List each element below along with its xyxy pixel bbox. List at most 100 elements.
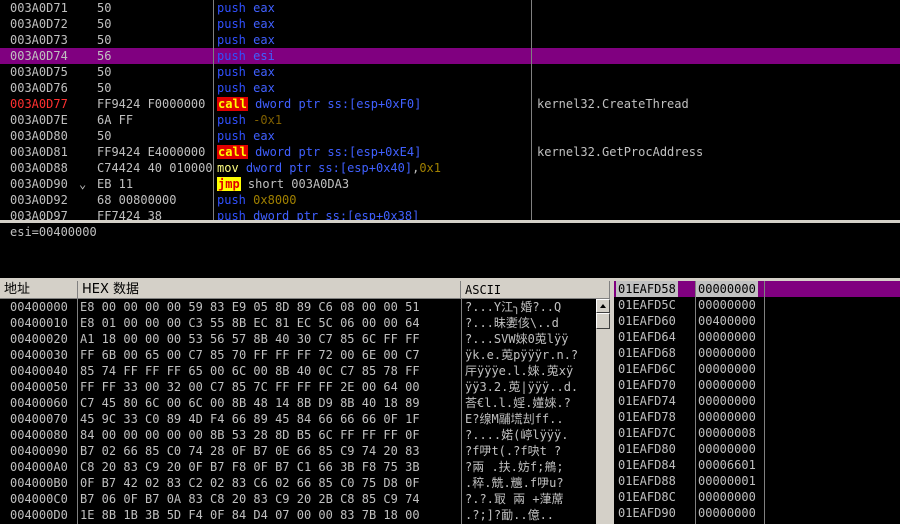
stack-row[interactable]: 01EAFD60 00400000 xyxy=(614,313,900,329)
disasm-row[interactable]: 003A0D71 50 push eax xyxy=(0,0,900,16)
stack-row[interactable]: 01EAFD64 00000000 xyxy=(614,329,900,345)
disasm-instruction: push dword ptr ss:[esp+0x38] xyxy=(217,208,529,220)
dump-ascii: ?.?.冣 兩 +葏蓆 xyxy=(465,492,564,506)
dump-address: 00400040 xyxy=(10,364,68,378)
disasm-instruction: call dword ptr ss:[esp+0xE4] xyxy=(217,144,529,160)
dump-hex: A1 18 00 00 00 53 56 57 8B 40 30 C7 85 6… xyxy=(80,332,420,346)
disasm-address: 003A0D81 xyxy=(10,145,68,159)
stack-row[interactable]: 01EAFD84 00006601 xyxy=(614,457,900,473)
stack-row[interactable]: 01EAFD7C 00000008 xyxy=(614,425,900,441)
disasm-hex: FF9424 F0000000 xyxy=(97,97,206,111)
dump-row[interactable]: 00400000 E8 00 00 00 00 59 83 E9 05 8D 89… xyxy=(0,299,596,315)
disasm-address: 003A0D76 xyxy=(10,81,68,95)
stack-address: 01EAFD6C xyxy=(618,362,676,376)
disasm-hex: C74424 40 01000000 xyxy=(97,161,213,175)
stack-row[interactable]: 01EAFD70 00000000 xyxy=(614,377,900,393)
stack-row[interactable]: 01EAFD88 00000001 xyxy=(614,473,900,489)
disasm-row[interactable]: 003A0D80 50 push eax xyxy=(0,128,900,144)
dump-row[interactable]: 004000A0 C8 20 83 C9 20 0F B7 F8 0F B7 C1… xyxy=(0,459,596,475)
scroll-up-arrow-icon[interactable] xyxy=(596,299,610,313)
dump-address: 00400070 xyxy=(10,412,68,426)
dump-row[interactable]: 00400040 85 74 FF FF FF 65 00 6C 00 8B 40… xyxy=(0,363,596,379)
disasm-row[interactable]: 003A0D74 56 push esi xyxy=(0,48,900,64)
stack-row[interactable]: 01EAFD68 00000000 xyxy=(614,345,900,361)
stack-row[interactable]: 01EAFD8C 00000000 xyxy=(614,489,900,505)
disasm-column-divider xyxy=(531,0,532,220)
info-pane: esi=00400000 xyxy=(0,223,900,278)
disasm-instruction: push eax xyxy=(217,64,529,80)
dump-row[interactable]: 00400020 A1 18 00 00 00 53 56 57 8B 40 30… xyxy=(0,331,596,347)
dump-row[interactable]: 00400070 45 9C 33 C0 89 4D F4 66 89 45 84… xyxy=(0,411,596,427)
dump-address: 00400030 xyxy=(10,348,68,362)
disasm-operand: dword ptr ss:[esp+0x38] xyxy=(253,209,420,220)
dump-ascii: E?缐M鬴塃刦ff.. xyxy=(465,412,564,426)
stack-row[interactable]: 01EAFD78 00000000 xyxy=(614,409,900,425)
dump-header-address[interactable]: 地址 xyxy=(0,281,78,299)
stack-row[interactable]: 01EAFD5C 00000000 xyxy=(614,297,900,313)
dump-hex: C8 20 83 C9 20 0F B7 F8 0F B7 C1 66 3B F… xyxy=(80,460,420,474)
disasm-operand: dword ptr ss:[esp+0x40] xyxy=(245,161,413,175)
disasm-row[interactable]: 003A0D72 50 push eax xyxy=(0,16,900,32)
disasm-row[interactable]: 003A0D7E 6A FF push -0x1 xyxy=(0,112,900,128)
disasm-instruction: push eax xyxy=(217,128,529,144)
dump-header-ascii[interactable]: ASCII xyxy=(461,281,610,299)
dump-ascii: ?兩 .扶.妨f;鴘; xyxy=(465,460,564,474)
disasm-hex: 50 xyxy=(97,33,112,47)
stack-row[interactable]: 01EAFD6C 00000000 xyxy=(614,361,900,377)
dump-header-hex[interactable]: HEX 数据 xyxy=(78,281,461,299)
dump-row[interactable]: 00400060 C7 45 80 6C 00 6C 00 8B 48 14 8B… xyxy=(0,395,596,411)
stack-value: 00400000 xyxy=(698,314,756,328)
disasm-mnemonic: push xyxy=(217,81,246,95)
dump-address: 004000A0 xyxy=(10,460,68,474)
dump-address: 00400050 xyxy=(10,380,68,394)
disasm-row[interactable]: 003A0D92 68 00800000 push 0x8000 xyxy=(0,192,900,208)
stack-pane[interactable]: 01EAFD58 00000000 01EAFD5C 00000000 01EAFD60… xyxy=(614,281,900,524)
disasm-address: 003A0D90 xyxy=(10,177,68,191)
stack-address: 01EAFD58 xyxy=(616,281,678,297)
disasm-row[interactable]: 003A0D88 C74424 40 01000000 mov dword ptr … xyxy=(0,160,900,176)
disasm-mnemonic: push xyxy=(217,1,246,15)
disassembly-pane[interactable]: 003A0D71 50 push eax 003A0D72 50 push eax 003A… xyxy=(0,0,900,220)
disasm-hex: 50 xyxy=(97,65,112,79)
dump-row[interactable]: 00400080 84 00 00 00 00 00 8B 53 28 8D B5… xyxy=(0,427,596,443)
memory-dump-pane[interactable]: 地址 HEX 数据 ASCII 00400000 E8 00 00 00 00 5… xyxy=(0,281,610,524)
stack-row[interactable]: 01EAFD74 00000000 xyxy=(614,393,900,409)
dump-row[interactable]: 00400090 B7 02 66 85 C0 74 28 0F B7 0E 66… xyxy=(0,443,596,459)
scrollbar-thumb[interactable] xyxy=(596,313,610,329)
dump-address: 00400010 xyxy=(10,316,68,330)
disasm-row[interactable]: 003A0D97 FF7424 38 push dword ptr ss:[esp+… xyxy=(0,208,900,220)
stack-address: 01EAFD84 xyxy=(618,458,676,472)
disasm-row[interactable]: 003A0D77 FF9424 F0000000 call dword ptr ss… xyxy=(0,96,900,112)
disasm-row[interactable]: 003A0D81 FF9424 E4000000 call dword ptr ss… xyxy=(0,144,900,160)
disasm-hex: FF9424 E4000000 xyxy=(97,145,206,159)
dump-row[interactable]: 004000D0 1E 8B 1B 3B 5D F4 0F 84 D4 07 00… xyxy=(0,507,596,523)
disasm-operand: 0x1 xyxy=(419,161,442,175)
disasm-instruction: push eax xyxy=(217,32,529,48)
disasm-row[interactable]: 003A0D73 50 push eax xyxy=(0,32,900,48)
disasm-row[interactable]: 003A0D76 50 push eax xyxy=(0,80,900,96)
dump-hex: 84 00 00 00 00 00 8B 53 28 8D B5 6C FF F… xyxy=(80,428,420,442)
disasm-instruction: push eax xyxy=(217,80,529,96)
dump-row[interactable]: 004000B0 0F B7 42 02 83 C2 02 83 C6 02 66… xyxy=(0,475,596,491)
stack-address: 01EAFD88 xyxy=(618,474,676,488)
stack-address: 01EAFD68 xyxy=(618,346,676,360)
stack-value: 00000000 xyxy=(698,442,756,456)
disasm-instruction: push eax xyxy=(217,0,529,16)
dump-scrollbar[interactable] xyxy=(596,299,610,524)
disasm-address: 003A0D75 xyxy=(10,65,68,79)
disasm-row[interactable]: 003A0D75 50 push eax xyxy=(0,64,900,80)
dump-hex: FF 6B 00 65 00 C7 85 70 FF FF FF 72 00 6… xyxy=(80,348,420,362)
disasm-operand: short 003A0DA3 xyxy=(247,177,350,191)
disasm-row[interactable]: 003A0D90 ⌄ EB 11 jmp short 003A0DA3 xyxy=(0,176,900,192)
dump-row[interactable]: 004000C0 B7 06 0F B7 0A 83 C8 20 83 C9 20… xyxy=(0,491,596,507)
disasm-operand: eax xyxy=(253,129,275,143)
stack-value: 00000000 xyxy=(698,378,756,392)
stack-row[interactable]: 01EAFD80 00000000 xyxy=(614,441,900,457)
dump-ascii: ?...Y江╮婚?..Q xyxy=(465,300,562,314)
dump-row[interactable]: 00400030 FF 6B 00 65 00 C7 85 70 FF FF FF… xyxy=(0,347,596,363)
stack-row[interactable]: 01EAFD58 00000000 xyxy=(614,281,900,297)
dump-row[interactable]: 00400010 E8 01 00 00 00 C3 55 8B EC 81 EC… xyxy=(0,315,596,331)
stack-row[interactable]: 01EAFD90 00000000 xyxy=(614,505,900,521)
dump-row[interactable]: 00400050 FF FF 33 00 32 00 C7 85 7C FF FF… xyxy=(0,379,596,395)
dump-hex: 45 9C 33 C0 89 4D F4 66 89 45 84 66 66 6… xyxy=(80,412,420,426)
